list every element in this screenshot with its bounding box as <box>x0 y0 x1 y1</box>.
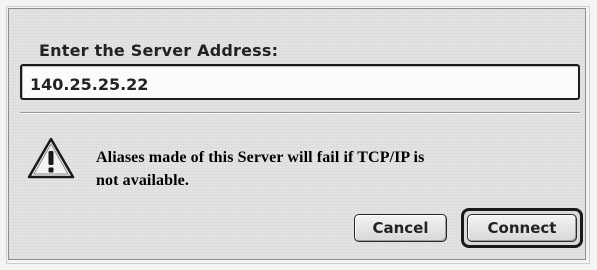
cancel-button[interactable]: Cancel <box>354 214 447 242</box>
warning-message: Aliases made of this Server will fail if… <box>96 146 576 192</box>
warning-line-2: not available. <box>96 172 189 189</box>
warning-line-1: Aliases made of this Server will fail if… <box>96 149 425 166</box>
connect-button[interactable]: Connect <box>467 214 577 242</box>
server-address-field[interactable] <box>20 64 580 100</box>
divider <box>20 112 580 114</box>
server-address-input[interactable] <box>22 66 578 98</box>
warning-triangle-icon <box>27 136 75 180</box>
prompt-label: Enter the Server Address: <box>39 41 279 60</box>
